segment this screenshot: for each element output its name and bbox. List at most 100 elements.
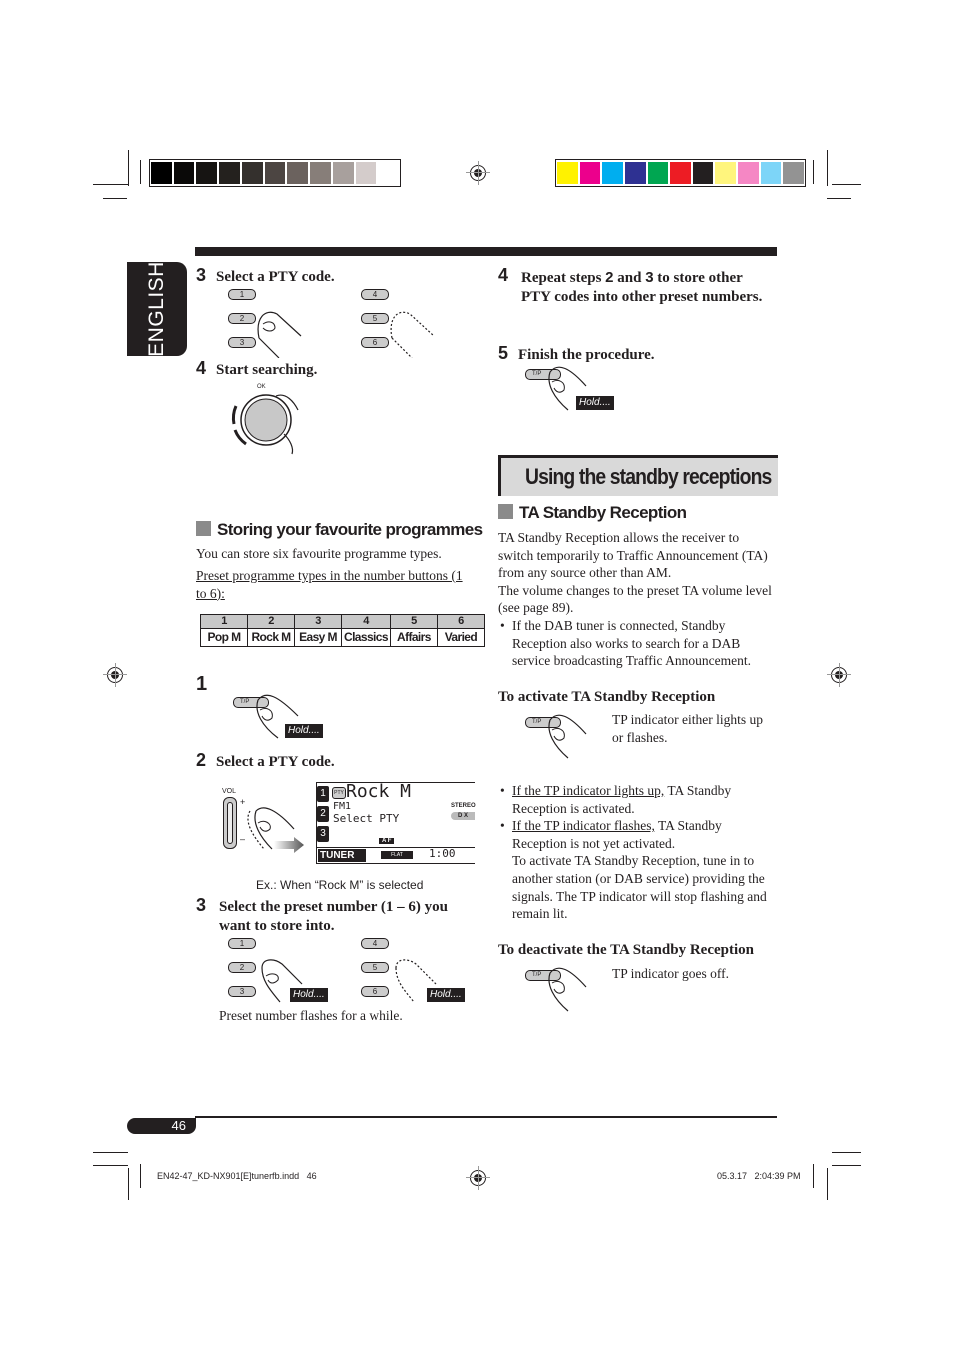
preset-button-5[interactable]: 5	[361, 313, 389, 324]
section-title-text: Storing your favourite programmes	[217, 520, 483, 539]
table-cell: 1	[200, 614, 248, 629]
crop-mark	[813, 1164, 814, 1188]
step-5-finish: 5 Finish the procedure.	[498, 343, 655, 365]
section-square-icon	[498, 504, 513, 519]
preset-caption-text: Preset programme types in the number but…	[196, 568, 463, 601]
crop-mark	[93, 1165, 128, 1166]
clock-display: 1:00	[429, 847, 456, 860]
color-swatch	[738, 162, 759, 184]
crop-mark	[140, 1164, 141, 1188]
vol-label: VOL	[222, 788, 237, 795]
display-preset-1: 1	[317, 786, 329, 802]
bullet-item: • If the DAB tuner is connected, Standby…	[498, 617, 773, 670]
hold-label: Hold....	[427, 988, 465, 1002]
preset-button-6[interactable]: 6	[361, 986, 389, 997]
bullet-extra: To activate TA Standby Reception, tune i…	[512, 853, 767, 922]
grayscale-color-bar	[149, 159, 401, 187]
color-swatch	[287, 162, 309, 184]
color-swatch	[624, 162, 646, 184]
preset-button-5[interactable]: 5	[361, 962, 389, 973]
section-title-ta: TA Standby Reception	[498, 503, 687, 523]
table-cell: 6	[436, 614, 485, 629]
display-sub-text: Select PTY	[333, 812, 400, 825]
bullet-item: • If the TP indicator lights up, TA Stan…	[498, 782, 776, 817]
color-swatch	[173, 162, 195, 184]
step-text: Start searching.	[216, 362, 318, 378]
crop-mark	[103, 198, 127, 199]
preset-button-4[interactable]: 4	[361, 289, 389, 300]
activate-title: To activate TA Standby Reception	[498, 689, 716, 705]
preset-button-3[interactable]: 3	[228, 337, 256, 348]
registration-mark-icon	[466, 161, 490, 185]
af-indicator: A F	[379, 838, 395, 844]
bullet-text: If the TP indicator lights up, TA Standb…	[512, 782, 776, 817]
header-rule	[195, 247, 777, 256]
table-row-names: Pop M Rock M Easy M Classics Affairs Var…	[200, 628, 485, 647]
color-swatch	[557, 162, 578, 184]
crop-mark	[832, 184, 861, 185]
preset-button-2[interactable]: 2	[228, 962, 256, 973]
step-text: Select the preset number (1 – 6) you wan…	[219, 899, 448, 934]
color-swatch	[264, 162, 286, 184]
step-text: Repeat steps	[521, 270, 606, 286]
step-ref: 3	[645, 269, 654, 286]
display-preset-2: 2	[317, 806, 329, 822]
color-swatch	[579, 162, 601, 184]
preset-button-3[interactable]: 3	[228, 986, 256, 997]
crop-mark	[832, 1152, 861, 1153]
storing-intro: You can store six favourite programme ty…	[196, 546, 442, 561]
language-tab-label: ENGLISH	[145, 261, 168, 357]
cmyk-color-bar	[555, 159, 806, 187]
volume-rocker[interactable]	[223, 797, 237, 849]
banner-title: Using the standby receptions	[525, 464, 772, 489]
control-dial-icon[interactable]	[226, 388, 306, 458]
preset-button-4[interactable]: 4	[361, 938, 389, 949]
color-swatch	[332, 162, 354, 184]
section-square-icon	[196, 521, 211, 536]
step-text: and	[613, 270, 646, 286]
preset-flash-note: Preset number flashes for a while.	[219, 1008, 403, 1023]
table-cell: 2	[247, 614, 295, 629]
step-number: 5	[498, 343, 509, 363]
finger-dashed-icon	[390, 311, 435, 358]
preset-caption: Preset programme types in the number but…	[196, 567, 476, 602]
table-cell: 4	[341, 614, 391, 629]
step-4-repeat: Repeat steps 2 and 3 to store other PTY …	[521, 268, 766, 307]
color-swatch	[602, 162, 623, 184]
page-number: 46	[127, 1118, 196, 1134]
stereo-indicator: STEREO	[451, 803, 476, 809]
preset-button-6[interactable]: 6	[361, 337, 389, 348]
lcd-display: 1 2 3 PTY Rock M FM1 Select PTY STEREO D…	[316, 781, 476, 864]
preset-button-1[interactable]: 1	[228, 289, 256, 300]
bullet-item: • If the TP indicator flashes, TA Standb…	[498, 817, 776, 923]
display-band: FM1	[333, 801, 352, 812]
paragraph: TA Standby Reception allows the receiver…	[498, 530, 768, 581]
deactivate-result: TP indicator goes off.	[612, 966, 729, 981]
pty-badge: PTY	[332, 787, 346, 799]
tp-indicator-bullets: • If the TP indicator lights up, TA Stan…	[498, 782, 776, 923]
step-number: 3	[196, 265, 207, 285]
paragraph: The volume changes to the preset TA volu…	[498, 582, 772, 616]
hold-label: Hold....	[576, 396, 614, 410]
bullet-condition: If the TP indicator lights up,	[512, 783, 665, 798]
table-cell: Rock M	[247, 628, 295, 647]
file-name: EN42-47_KD-NX901[E]tunerfb.indd 46	[157, 1171, 317, 1181]
step-number: 3	[196, 895, 207, 915]
crop-mark	[827, 150, 828, 186]
preset-button-2[interactable]: 2	[228, 313, 256, 324]
table-row-numbers: 1 2 3 4 5 6	[200, 614, 485, 629]
preset-button-1[interactable]: 1	[228, 938, 256, 949]
print-timestamp: 05.3.17 2:04:39 PM	[717, 1171, 801, 1181]
crop-mark	[827, 1168, 828, 1200]
section-banner: Using the standby receptions	[498, 455, 778, 496]
activate-result: TP indicator either lights up or flashes…	[612, 712, 763, 745]
display-preset-3: 3	[317, 826, 329, 842]
bullet-text: If the TP indicator flashes, TA Standby …	[512, 817, 776, 923]
color-swatch	[647, 162, 669, 184]
finger-press-icon	[247, 807, 304, 853]
step-number: 1	[196, 673, 208, 695]
table-cell: Easy M	[294, 628, 342, 647]
crop-mark	[832, 1165, 861, 1166]
step-number: 4	[196, 358, 207, 378]
step-ref: 2	[605, 269, 614, 286]
